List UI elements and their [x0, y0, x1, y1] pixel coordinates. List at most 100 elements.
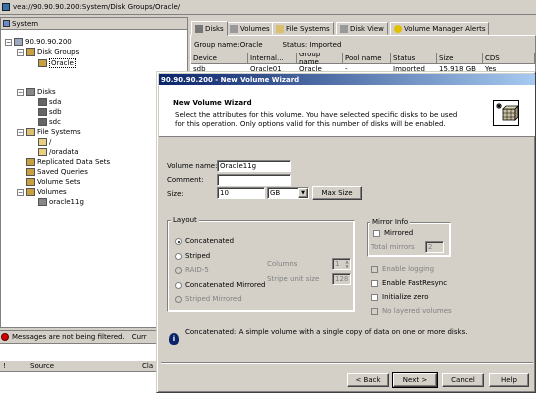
col-pool-name[interactable]: Pool name	[343, 53, 391, 63]
col-cds[interactable]: CDS	[483, 53, 535, 63]
radio-concatenated[interactable]	[175, 238, 182, 245]
tree-item-file-systems[interactable]: File Systems	[26, 128, 81, 136]
tree-item-disk-groups[interactable]: Disk Groups	[26, 48, 79, 56]
tab-file-systems[interactable]: File Systems	[272, 22, 334, 35]
group-name-text: Group name:Oracle	[194, 41, 263, 49]
size-field[interactable]: 10	[217, 187, 265, 199]
system-icon	[3, 20, 10, 27]
no-layered-volumes-checkbox	[371, 308, 378, 315]
volumes-icon	[26, 188, 35, 196]
tree-item-replicated[interactable]: Replicated Data Sets	[26, 158, 110, 166]
wizard-disks-icon	[493, 100, 519, 126]
info-icon: i	[169, 333, 179, 345]
tree-item-saved-queries[interactable]: Saved Queries	[26, 168, 88, 176]
expand-file-systems[interactable]: −	[17, 129, 24, 136]
enable-logging-checkbox	[371, 266, 378, 273]
initialize-zero-label: Initialize zero	[382, 293, 429, 301]
wizard-header-desc-2: for this operation. Only options valid f…	[175, 120, 446, 128]
col-size[interactable]: Size	[437, 53, 483, 63]
label-concatenated-mirrored: Concatenated Mirrored	[185, 281, 266, 289]
back-button[interactable]: < Back	[347, 373, 389, 387]
disk-group-icon	[38, 59, 47, 67]
volume-icon	[38, 198, 47, 206]
tree-item-root-fs[interactable]: /	[38, 138, 51, 146]
tree-item-sdc[interactable]: sdc	[38, 118, 61, 126]
radio-concatenated-mirrored[interactable]	[175, 282, 182, 289]
col-class[interactable]: Cla	[142, 362, 153, 370]
max-size-button[interactable]: Max Size	[312, 186, 362, 200]
col-group-name[interactable]: Group name	[297, 53, 343, 66]
enable-fastresync-label: Enable FastResync	[382, 279, 448, 287]
tree-item-oradata[interactable]: /oradata	[38, 148, 79, 156]
col-severity-icon: !	[3, 362, 6, 370]
tree-header-label: System	[12, 19, 39, 28]
info-bar: Group name:Oracle Status: Imported	[191, 39, 535, 51]
radio-raid5	[175, 267, 182, 274]
tree-item-host[interactable]: 90.90.90.200	[14, 38, 72, 46]
size-unit-value: GB	[270, 189, 281, 197]
chevron-down-icon[interactable]: ▼	[298, 188, 308, 198]
stripe-unit-size-label: Stripe unit size	[267, 275, 320, 283]
dialog-separator	[161, 362, 533, 364]
address-text: vea://90.90.90.200:System/Disk Groups/Or…	[13, 3, 181, 11]
volume-icon	[230, 24, 238, 33]
tab-disk-view[interactable]: Disk View	[336, 22, 388, 35]
col-internal[interactable]: Internal...	[248, 53, 297, 63]
comment-field[interactable]	[217, 174, 291, 186]
tab-volume-manager-alerts[interactable]: Volume Manager Alerts	[390, 22, 490, 35]
cancel-button[interactable]: Cancel	[442, 373, 484, 387]
expand-volumes[interactable]: −	[17, 189, 24, 196]
volume-name-field[interactable]: Oracle11g	[217, 160, 291, 172]
disk-table: Device Internal... Group name Pool name …	[191, 53, 535, 73]
disk-view-icon	[340, 24, 348, 33]
layout-group-title: Layout	[171, 216, 199, 224]
tree-item-volumes[interactable]: Volumes	[26, 188, 67, 196]
tree-item-sda[interactable]: sda	[38, 98, 61, 106]
address-bar: vea://90.90.90.200:System/Disk Groups/Or…	[0, 0, 536, 15]
new-volume-wizard-dialog: 90.90.90.200 - New Volume Wizard New Vol…	[156, 71, 536, 393]
columns-label: Columns	[267, 260, 298, 268]
total-mirrors-stepper: 2	[425, 241, 444, 253]
help-button[interactable]: Help	[489, 373, 529, 387]
tree-item-volume-sets[interactable]: Volume Sets	[26, 178, 80, 186]
expand-root[interactable]: −	[5, 39, 12, 46]
initialize-zero-checkbox[interactable]	[371, 294, 378, 301]
layout-description: Concatenated: A simple volume with a sin…	[185, 328, 468, 336]
tree-item-oracle11g[interactable]: oracle11g	[38, 198, 84, 206]
volume-set-icon	[26, 178, 35, 186]
stepper-arrows-icon: ▲ ▼	[345, 259, 349, 269]
host-icon	[2, 3, 10, 11]
mirrored-checkbox[interactable]	[373, 230, 380, 237]
tab-disks[interactable]: Disks	[191, 21, 228, 36]
enable-fastresync-checkbox[interactable]	[371, 280, 378, 287]
expand-disk-groups[interactable]: −	[17, 49, 24, 56]
disk-icon	[38, 98, 47, 106]
filter-message: Messages are not being filtered.	[12, 333, 125, 341]
tree-item-disks[interactable]: Disks	[26, 88, 56, 96]
group-status-text: Status: Imported	[282, 41, 342, 49]
mirror-info-title: Mirror Info	[370, 218, 411, 226]
tab-volumes[interactable]: Volumes	[226, 22, 274, 35]
columns-stepper: 1 ▲ ▼	[332, 258, 351, 270]
next-button[interactable]: Next >	[392, 372, 438, 388]
replicated-icon	[26, 158, 35, 166]
table-header: Device Internal... Group name Pool name …	[191, 53, 535, 66]
tree-header: System	[1, 18, 187, 30]
dialog-title-bar[interactable]: 90.90.90.200 - New Volume Wizard	[159, 74, 535, 85]
label-raid5: RAID-5	[185, 266, 209, 274]
tree-item-oracle[interactable]: Oracle	[38, 58, 76, 68]
mirrored-label: Mirrored	[384, 229, 414, 237]
expand-disks[interactable]: −	[17, 89, 24, 96]
col-source[interactable]: Source	[30, 362, 54, 370]
stripe-unit-size-stepper: 128	[332, 273, 351, 285]
radio-striped-mirrored	[175, 296, 182, 303]
filter-more: Curr	[131, 333, 147, 341]
radio-striped[interactable]	[175, 253, 182, 260]
tree-item-sdb[interactable]: sdb	[38, 108, 62, 116]
server-icon	[14, 38, 23, 46]
col-status[interactable]: Status	[391, 53, 437, 63]
size-unit-select[interactable]: GB ▼	[267, 187, 309, 199]
col-device[interactable]: Device	[191, 53, 248, 63]
wizard-header: New Volume Wizard Select the attributes …	[159, 85, 535, 137]
comment-label: Comment:	[167, 176, 204, 184]
